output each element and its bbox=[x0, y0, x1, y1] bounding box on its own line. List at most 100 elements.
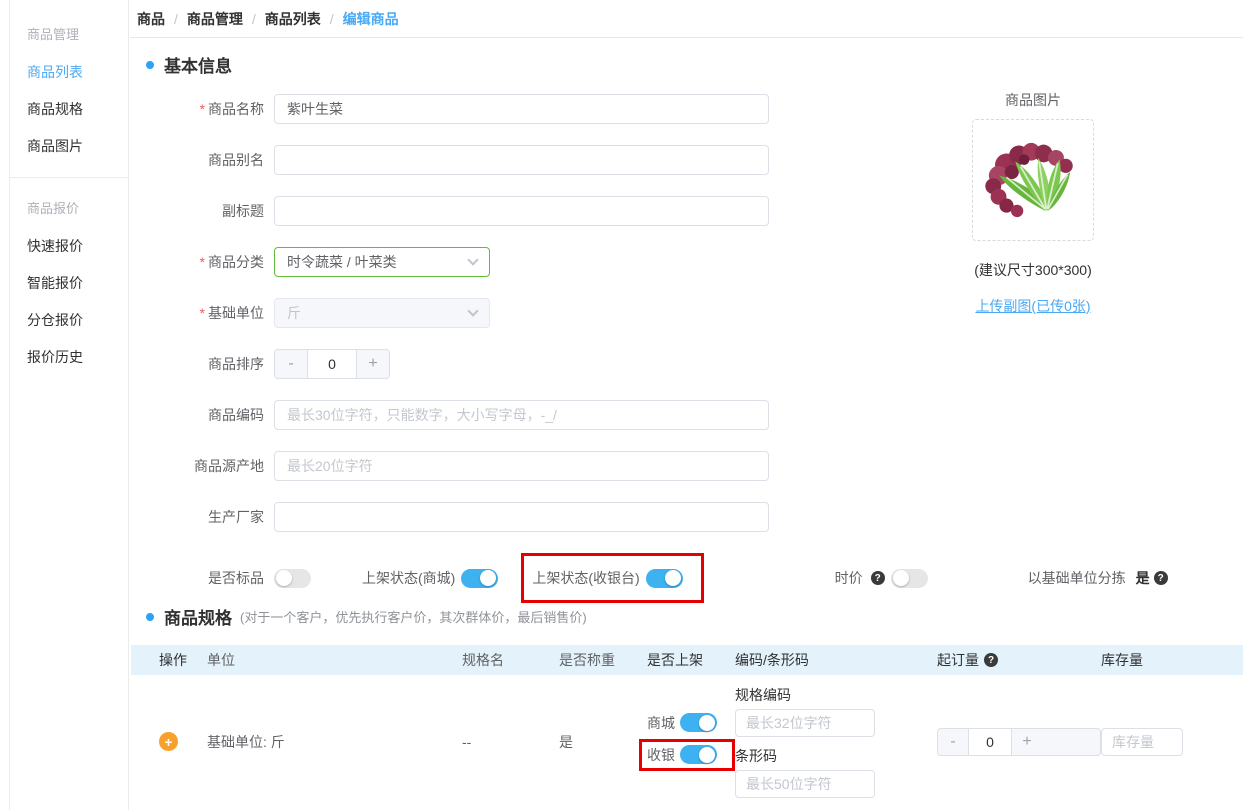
spec-pricing-note: (对于一个客户，优先执行客户价，其次群体价，最后销售价) bbox=[240, 610, 587, 625]
category-selected-value: 时令蔬菜 / 叶菜类 bbox=[287, 254, 397, 270]
manufacturer-label: 生产厂家 bbox=[208, 509, 264, 525]
sidebar-item-quote-history[interactable]: 报价历史 bbox=[27, 347, 128, 367]
column-header-min-order: 起订量 ? bbox=[937, 650, 1101, 670]
spec-code-input[interactable] bbox=[735, 709, 875, 737]
breadcrumb-separator: / bbox=[174, 10, 178, 27]
base-unit-sorting-help-icon[interactable]: ? bbox=[1153, 571, 1168, 585]
spec-title: 商品规格 bbox=[164, 609, 232, 628]
section-bullet-icon bbox=[146, 612, 154, 621]
product-edit-page: 商品管理 商品列表 商品规格 商品图片 商品报价 快速报价 智能报价 分仓报价 … bbox=[0, 0, 1243, 810]
stepper-decrease-button[interactable]: - bbox=[275, 350, 307, 378]
product-alias-input[interactable] bbox=[274, 145, 769, 175]
row-unit-value: 基础单位: 斤 bbox=[207, 733, 285, 750]
is-standard-toggle[interactable] bbox=[274, 568, 311, 588]
breadcrumb-item-product-management[interactable]: 商品管理 bbox=[187, 9, 243, 29]
origin-input[interactable] bbox=[274, 451, 769, 481]
row-code-cell: 规格编码 条形码 bbox=[735, 685, 937, 798]
row-cashier-label: 收银 bbox=[647, 746, 675, 763]
base-unit-sorting-value: 是 bbox=[1135, 570, 1150, 586]
category-label: * 商品分类 bbox=[199, 254, 264, 270]
stock-input[interactable] bbox=[1101, 727, 1183, 756]
cashier-shelf-highlight-box: 上架状态(收银台) bbox=[521, 553, 704, 603]
product-code-label: 商品编码 bbox=[208, 407, 264, 423]
spec-title-row: 商品规格 (对于一个客户，优先执行客户价，其次群体价，最后销售价) bbox=[146, 604, 1243, 629]
time-price-toggle[interactable] bbox=[890, 568, 928, 588]
breadcrumb: 商品 / 商品管理 / 商品列表 / 编辑商品 bbox=[130, 0, 1243, 38]
barcode-label: 条形码 bbox=[735, 748, 777, 764]
upload-secondary-images-link[interactable]: 上传副图(已传0张) bbox=[975, 296, 1090, 316]
product-code-input[interactable] bbox=[274, 400, 769, 430]
spec-table: 操作 单位 规格名 是否称重 是否上架 编码/条形码 起订量 ? 库存量 + 基… bbox=[131, 645, 1243, 810]
column-header-action: 操作 bbox=[159, 652, 187, 668]
chevron-down-icon bbox=[467, 254, 479, 266]
subtitle-label: 副标题 bbox=[222, 203, 264, 219]
origin-label: 商品源产地 bbox=[194, 458, 264, 474]
product-spec-section: 商品规格 (对于一个客户，优先执行客户价，其次群体价，最后销售价) 操作 单位 … bbox=[131, 604, 1243, 810]
breadcrumb-item-product[interactable]: 商品 bbox=[137, 9, 165, 29]
breadcrumb-separator: / bbox=[251, 10, 256, 27]
section-bullet-icon bbox=[146, 60, 154, 69]
column-header-on-shelf: 是否上架 bbox=[647, 652, 703, 668]
row-cashier-toggle[interactable] bbox=[680, 745, 717, 764]
sidebar-item-quick-quote[interactable]: 快速报价 bbox=[27, 236, 128, 256]
sidebar: 商品管理 商品列表 商品规格 商品图片 商品报价 快速报价 智能报价 分仓报价 … bbox=[10, 0, 129, 810]
sidebar-item-product-spec[interactable]: 商品规格 bbox=[27, 99, 128, 119]
stepper-decrease-button[interactable]: - bbox=[938, 729, 968, 755]
breadcrumb-separator: / bbox=[329, 10, 334, 27]
mall-shelf-status-label: 上架状态(商城) bbox=[362, 570, 456, 586]
breadcrumb-item-product-list[interactable]: 商品列表 bbox=[265, 9, 321, 29]
subtitle-input[interactable] bbox=[274, 196, 769, 226]
base-unit-select: 斤 bbox=[274, 298, 490, 328]
min-order-value[interactable]: 0 bbox=[968, 728, 1012, 755]
row-spec-name-value: -- bbox=[462, 733, 472, 750]
base-unit-sorting-label: 以基础单位分拣 bbox=[1027, 570, 1126, 586]
basic-info-title-row: 基本信息 bbox=[146, 52, 1243, 77]
row-mall-toggle[interactable] bbox=[680, 713, 717, 732]
stepper-increase-button[interactable]: + bbox=[1012, 729, 1042, 755]
column-header-weighed: 是否称重 bbox=[559, 652, 615, 668]
product-name-input[interactable] bbox=[274, 94, 769, 124]
add-spec-button[interactable]: + bbox=[159, 732, 178, 751]
stepper-increase-button[interactable]: + bbox=[357, 350, 389, 378]
min-order-help-icon[interactable]: ? bbox=[984, 653, 998, 667]
row-weighed-value: 是 bbox=[559, 733, 573, 750]
time-price-help-icon[interactable]: ? bbox=[870, 571, 885, 585]
sidebar-group-product-quote: 商品报价 bbox=[27, 201, 80, 216]
main-content: 商品 / 商品管理 / 商品列表 / 编辑商品 基本信息 *商品名称 商品别名 bbox=[130, 0, 1243, 810]
time-price-label: 时价 bbox=[834, 570, 863, 586]
breadcrumb-current-edit-product: 编辑商品 bbox=[342, 10, 399, 27]
spec-table-row: + 基础单位: 斤 -- 是 商城 收银 规格编码 最长32位字符 条形码 最长… bbox=[131, 675, 1243, 810]
sidebar-item-smart-quote[interactable]: 智能报价 bbox=[27, 273, 128, 293]
row-shelf-toggles: 商城 收银 bbox=[639, 713, 735, 771]
product-image-panel: 商品图片 (建议尺寸300*300) 上传副图(已传0张) bbox=[908, 90, 1158, 316]
required-mark: * bbox=[199, 254, 205, 270]
product-image-upload-box[interactable] bbox=[972, 119, 1094, 241]
column-header-stock: 库存量 bbox=[1101, 652, 1143, 668]
spec-table-header: 操作 单位 规格名 是否称重 是否上架 编码/条形码 起订量 ? 库存量 bbox=[131, 645, 1243, 675]
barcode-input[interactable] bbox=[735, 770, 875, 798]
cashier-shelf-status-label: 上架状态(收银台) bbox=[532, 570, 640, 586]
product-image-title: 商品图片 bbox=[1005, 92, 1061, 108]
category-select[interactable]: 时令蔬菜 / 叶菜类 bbox=[274, 247, 490, 277]
basic-info-title: 基本信息 bbox=[164, 57, 232, 76]
required-mark: * bbox=[199, 305, 205, 321]
sidebar-item-product-list[interactable]: 商品列表 bbox=[27, 62, 128, 82]
min-order-stepper: - 0 + bbox=[937, 727, 1101, 756]
column-header-spec-name: 规格名 bbox=[462, 652, 504, 668]
product-name-label: * 商品名称 bbox=[199, 101, 264, 117]
mall-shelf-status-toggle[interactable] bbox=[461, 568, 499, 588]
sidebar-item-warehouse-quote[interactable]: 分仓报价 bbox=[27, 310, 128, 330]
row-stock-cell bbox=[1101, 727, 1243, 756]
row-mall-label: 商城 bbox=[647, 714, 675, 731]
sort-order-value[interactable]: 0 bbox=[307, 350, 357, 378]
base-unit-selected-value: 斤 bbox=[287, 305, 301, 321]
column-header-code-barcode: 编码/条形码 bbox=[735, 652, 809, 668]
product-image-lettuce bbox=[985, 142, 1073, 218]
status-toggles-row: 是否标品 上架状态(商城) 上架状态(收银台) 时价 ? 以基础单位分拣 是 ? bbox=[146, 553, 1243, 603]
manufacturer-input[interactable] bbox=[274, 502, 769, 532]
sidebar-group-product-management: 商品管理 bbox=[27, 27, 80, 42]
base-unit-label: * 基础单位 bbox=[199, 305, 264, 321]
image-size-hint: (建议尺寸300*300) bbox=[974, 262, 1092, 278]
cashier-shelf-status-toggle[interactable] bbox=[645, 568, 683, 588]
sidebar-item-product-image[interactable]: 商品图片 bbox=[27, 136, 128, 156]
